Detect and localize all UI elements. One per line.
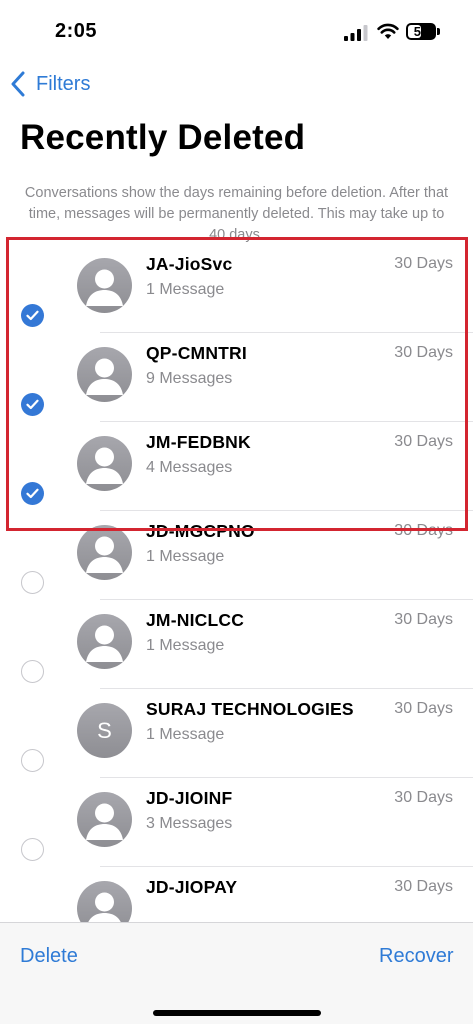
checkmark-circle-selected-icon[interactable] — [21, 482, 44, 505]
back-button[interactable]: Filters — [10, 68, 90, 100]
conversation-row[interactable]: JA-JioSvc 1 Message 30 Days — [0, 244, 473, 333]
status-bar: 2:05 50 — [0, 0, 473, 62]
contact-person-icon — [77, 792, 132, 847]
checkmark-circle-selected-icon[interactable] — [21, 304, 44, 327]
days-remaining: 30 Days — [394, 789, 453, 806]
checkmark-circle-empty-icon[interactable] — [21, 660, 44, 683]
contact-person-icon — [77, 436, 132, 491]
battery-icon: 50 — [406, 23, 436, 40]
checkmark-circle-empty-icon[interactable] — [21, 571, 44, 594]
page-title: Recently Deleted — [20, 118, 306, 157]
days-remaining: 30 Days — [394, 433, 453, 450]
days-remaining: 30 Days — [394, 700, 453, 717]
days-remaining: 30 Days — [394, 522, 453, 539]
conversation-name: JD-JIOINF — [146, 788, 233, 808]
checkmark-circle-empty-icon[interactable] — [21, 749, 44, 772]
back-button-label: Filters — [36, 72, 91, 95]
contact-initial-avatar: S — [77, 703, 132, 758]
avatar-initial: S — [97, 718, 112, 743]
recover-button[interactable]: Recover — [379, 945, 453, 968]
delete-button[interactable]: Delete — [20, 945, 78, 968]
conversation-name: JD-MGCPNO — [146, 521, 255, 541]
contact-person-icon — [77, 525, 132, 580]
message-count: 3 Messages — [146, 815, 233, 832]
conversation-row[interactable]: QP-CMNTRI 9 Messages 30 Days — [0, 333, 473, 422]
conversation-row[interactable]: S SURAJ TECHNOLOGIES 1 Message 30 Days — [0, 689, 473, 778]
cellular-signal-icon — [344, 25, 368, 41]
message-count: 1 Message — [146, 281, 225, 298]
conversation-name: QP-CMNTRI — [146, 343, 247, 363]
message-count: 1 Message — [146, 548, 225, 565]
conversation-name: SURAJ TECHNOLOGIES — [146, 699, 354, 719]
conversation-row[interactable]: JD-JIOINF 3 Messages 30 Days — [0, 778, 473, 867]
bottom-toolbar: Delete Recover — [0, 922, 473, 1024]
contact-person-icon — [77, 258, 132, 313]
wifi-icon — [377, 23, 399, 39]
days-remaining: 30 Days — [394, 255, 453, 272]
conversation-row[interactable]: JM-FEDBNK 4 Messages 30 Days — [0, 422, 473, 511]
conversation-row[interactable]: JD-MGCPNO 1 Message 30 Days — [0, 511, 473, 600]
conversation-row[interactable]: JM-NICLCC 1 Message 30 Days — [0, 600, 473, 689]
home-indicator — [153, 1010, 321, 1016]
status-time: 2:05 — [55, 20, 98, 42]
conversation-name: JD-JIOPAY — [146, 877, 238, 897]
days-remaining: 30 Days — [394, 344, 453, 361]
message-count: 1 Message — [146, 726, 225, 743]
message-count: 9 Messages — [146, 370, 233, 387]
contact-person-icon — [77, 347, 132, 402]
conversation-name: JM-NICLCC — [146, 610, 245, 630]
message-count: 1 Message — [146, 637, 225, 654]
deletion-info-text: Conversations show the days remaining be… — [24, 185, 449, 243]
battery-tip — [437, 28, 440, 35]
checkmark-circle-empty-icon[interactable] — [21, 838, 44, 861]
chevron-left-icon — [11, 71, 25, 97]
message-count: 4 Messages — [146, 459, 233, 476]
conversation-name: JM-FEDBNK — [146, 432, 251, 452]
checkmark-circle-selected-icon[interactable] — [21, 393, 44, 416]
days-remaining: 30 Days — [394, 878, 453, 895]
battery-percentage: 50 — [413, 24, 429, 39]
days-remaining: 30 Days — [394, 611, 453, 628]
conversation-name: JA-JioSvc — [146, 254, 233, 274]
contact-person-icon — [77, 614, 132, 669]
